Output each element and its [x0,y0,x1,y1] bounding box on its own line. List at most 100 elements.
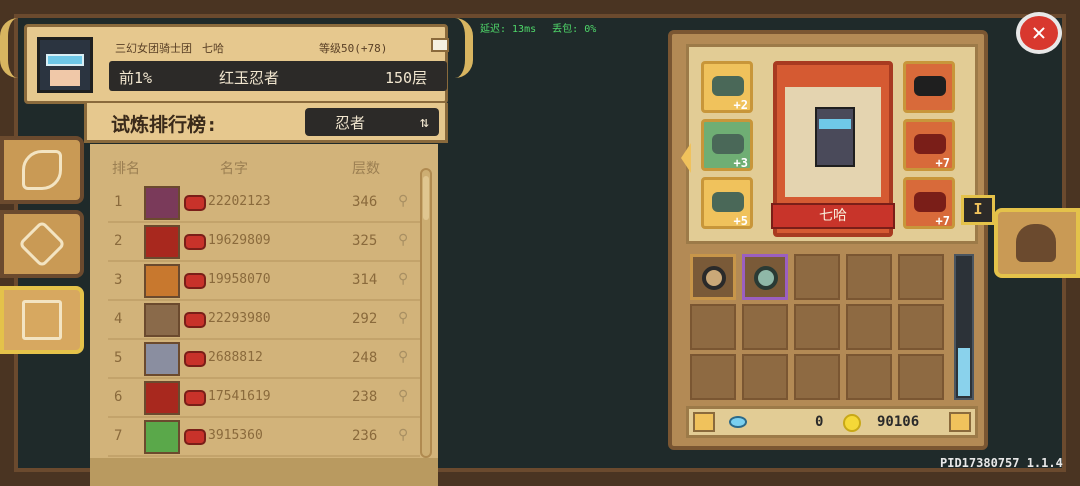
player-title: 红玉忍者 [219,69,280,87]
rank-percent: 前1% [119,69,153,87]
inventory-slot[interactable] [794,254,840,300]
row-avatar[interactable] [144,420,180,454]
table-row[interactable]: 2 19629809 325 ⚲ [108,223,420,262]
equip-slot-helmet[interactable] [903,61,955,113]
helmet-item-icon [914,76,946,96]
inventory-slot[interactable] [690,254,736,300]
header-floor: 层数 [352,161,380,177]
chest-icon[interactable] [431,38,449,52]
equip-slot-armor[interactable]: +7 [903,119,955,171]
character-equipment: +2 +3 +5 七哈 +7 +7 I [681,44,995,244]
table-row[interactable]: 7 3915360 236 ⚲ [108,418,420,457]
inventory-slot[interactable] [742,354,788,400]
row-player-id: 3915360 [208,428,263,443]
feather-icon [22,150,62,190]
close-icon: ✕ [1031,18,1047,46]
inventory-slot[interactable] [742,254,788,300]
avatar[interactable] [37,37,93,93]
class-selector[interactable]: 忍者 ⇅ [305,108,439,136]
slot-level: +7 [935,156,950,170]
avatar-face [50,70,80,86]
row-avatar[interactable] [144,186,180,220]
coin-count: 90106 [877,414,920,430]
row-rank: 4 [114,311,123,327]
inspect-icon[interactable]: ⚲ [398,232,408,248]
row-rank: 7 [114,428,123,444]
tab-diamond[interactable] [0,210,84,278]
inspect-icon[interactable]: ⚲ [398,388,408,404]
class-badge-icon [184,312,206,328]
table-row[interactable]: 6 17541619 238 ⚲ [108,379,420,418]
class-badge-icon [184,195,206,211]
inventory-slot[interactable] [898,304,944,350]
row-player-id: 22293980 [208,311,271,326]
diamond-icon [17,219,67,269]
header-name: 名字 [220,161,248,177]
menu-icon[interactable] [949,412,971,432]
slot-level: +7 [935,214,950,228]
guild-line: 三幻女团骑士团 七哈 [115,40,224,56]
right-wing-ornament [447,18,473,78]
row-avatar[interactable] [144,303,180,337]
row-player-id: 22202123 [208,194,271,209]
panel-arrow-icon[interactable] [681,143,691,173]
character-portrait[interactable]: 七哈 [771,61,895,237]
inventory-scrollbar[interactable] [954,254,974,400]
inventory-slot[interactable] [690,304,736,350]
row-rank: 2 [114,233,123,249]
tier-badge[interactable]: I [961,195,995,225]
close-button[interactable]: ✕ [1016,12,1062,54]
inventory-slot[interactable] [690,354,736,400]
trophy-icon [22,300,62,340]
row-rank: 5 [114,350,123,366]
inventory-scroll-fill [958,348,970,396]
equip-slot-gloves[interactable]: +5 [701,177,753,229]
table-row[interactable]: 1 22202123 346 ⚲ [108,184,420,223]
swap-icon[interactable]: ⇅ [420,113,429,131]
table-row[interactable]: 5 2688812 248 ⚲ [108,340,420,379]
row-avatar[interactable] [144,225,180,259]
inspect-icon[interactable]: ⚲ [398,271,408,287]
row-floor: 346 [352,194,378,210]
guild-name: 三幻女团骑士团 [115,42,192,55]
equip-slot-mid[interactable]: +3 [701,119,753,171]
helmet-icon [1016,224,1056,262]
row-floor: 292 [352,311,378,327]
gem-icon [729,416,747,428]
row-avatar[interactable] [144,381,180,415]
inventory-slot[interactable] [846,254,892,300]
leaderboard-scrollbar[interactable] [420,168,432,458]
leaderboard-title: 试炼排行榜: [111,114,218,136]
row-avatar[interactable] [144,342,180,376]
scroll-thumb[interactable] [423,176,429,220]
inventory-slot[interactable] [794,354,840,400]
tab-leaderboard[interactable] [0,286,84,354]
gem-count: 0 [815,414,824,430]
character-name: 七哈 [819,208,847,224]
inventory-slot[interactable] [742,304,788,350]
inspect-icon[interactable]: ⚲ [398,193,408,209]
inspect-icon[interactable]: ⚲ [398,310,408,326]
row-avatar[interactable] [144,264,180,298]
tab-feather[interactable] [0,136,84,204]
inventory-slot[interactable] [846,354,892,400]
tab-helmet[interactable] [994,208,1080,278]
equip-slot-head[interactable]: +2 [701,61,753,113]
list-footer [90,458,438,486]
inventory-slot[interactable] [846,304,892,350]
equipment-panel: +2 +3 +5 七哈 +7 +7 I 0 90106 [668,30,995,450]
table-row[interactable]: 3 19958070 314 ⚲ [108,262,420,301]
lock-icon[interactable] [693,412,715,432]
class-badge-icon [184,234,206,250]
inventory-slot[interactable] [898,254,944,300]
inventory-slot[interactable] [898,354,944,400]
inventory-slot[interactable] [794,304,840,350]
inspect-icon[interactable]: ⚲ [398,427,408,443]
table-row[interactable]: 4 22293980 292 ⚲ [108,301,420,340]
inventory-grid [686,252,956,404]
armor-icon [914,134,946,154]
equip-slot-weapon[interactable]: +7 [903,177,955,229]
inspect-icon[interactable]: ⚲ [398,349,408,365]
portrait-background [785,87,881,197]
pid-version: PID17380757 1.1.4 [940,456,1063,470]
